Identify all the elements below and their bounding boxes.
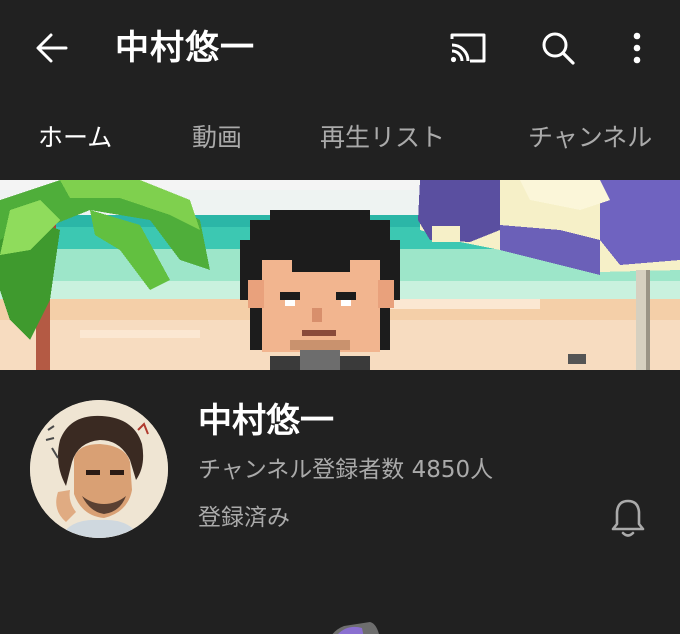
cast-button[interactable] xyxy=(440,20,496,76)
tab-channels[interactable]: チャンネル xyxy=(528,118,652,158)
cast-icon xyxy=(450,33,486,63)
tab-home[interactable]: ホーム xyxy=(38,118,112,158)
channel-tabs: ホーム 動画 再生リスト チャンネル xyxy=(0,100,680,178)
partial-thumbnail-image xyxy=(332,622,379,634)
back-button[interactable] xyxy=(24,20,80,76)
top-app-bar: 中村悠一 xyxy=(0,0,680,96)
page-title: 中村悠一 xyxy=(115,28,255,68)
arrow-back-icon xyxy=(36,33,68,63)
channel-name: 中村悠一 xyxy=(198,401,334,441)
notification-bell-button[interactable] xyxy=(600,490,656,546)
bell-icon xyxy=(611,499,645,537)
channel-banner xyxy=(0,180,680,370)
subscriber-count: チャンネル登録者数 4850人 xyxy=(198,457,494,483)
partial-content-thumbnail[interactable] xyxy=(318,614,388,634)
avatar-illustration-image xyxy=(30,400,168,538)
tab-playlists[interactable]: 再生リスト xyxy=(320,118,445,158)
search-icon xyxy=(542,32,575,65)
channel-avatar[interactable] xyxy=(30,400,168,538)
search-button[interactable] xyxy=(530,20,586,76)
more-vert-icon xyxy=(633,32,641,64)
youtube-channel-screen: 中村悠一 ホーム 動画 再生リスト チャンネル 中村悠一 チャンネル登録者数 4… xyxy=(0,0,680,634)
more-options-button[interactable] xyxy=(612,20,662,76)
tab-videos[interactable]: 動画 xyxy=(192,118,242,158)
subscribed-button[interactable]: 登録済み xyxy=(198,500,290,536)
banner-pixel-art-image xyxy=(0,180,680,370)
